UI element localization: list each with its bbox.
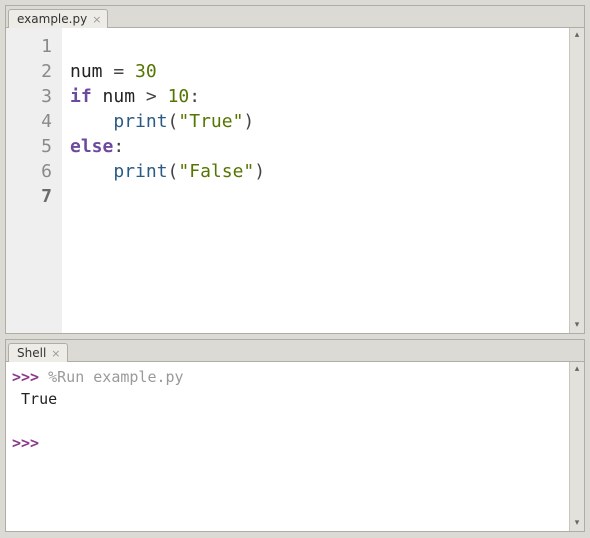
tab-example-py[interactable]: example.py ×: [8, 9, 108, 28]
line-number-gutter: 1234567: [6, 28, 62, 333]
shell-output[interactable]: >>> %Run example.py True >>>: [6, 362, 569, 531]
shell-content-area: >>> %Run example.py True >>> ▴ ▾: [6, 362, 584, 531]
shell-result: True: [12, 390, 57, 408]
code-line: print("False"): [70, 159, 563, 184]
code-editor[interactable]: num = 30if num > 10: print("True")else: …: [62, 28, 569, 333]
tab-label: Shell: [17, 346, 46, 360]
scroll-up-icon[interactable]: ▴: [570, 28, 584, 43]
line-number: 5: [18, 134, 52, 159]
shell-run-command: %Run example.py: [48, 368, 183, 386]
shell-tabs: Shell ×: [6, 340, 584, 362]
line-number: 1: [18, 34, 52, 59]
shell-scrollbar[interactable]: ▴ ▾: [569, 362, 584, 531]
line-number: 6: [18, 159, 52, 184]
tab-label: example.py: [17, 12, 87, 26]
scroll-up-icon[interactable]: ▴: [570, 362, 584, 377]
tab-shell[interactable]: Shell ×: [8, 343, 68, 362]
close-icon[interactable]: ×: [51, 348, 60, 359]
line-number: 7: [18, 184, 52, 209]
editor-scrollbar[interactable]: ▴ ▾: [569, 28, 584, 333]
code-line: if num > 10:: [70, 84, 563, 109]
shell-panel: Shell × >>> %Run example.py True >>> ▴ ▾: [5, 339, 585, 532]
line-number: 2: [18, 59, 52, 84]
editor-content: 1234567 num = 30if num > 10: print("True…: [6, 28, 584, 333]
line-number: 3: [18, 84, 52, 109]
editor-tabs: example.py ×: [6, 6, 584, 28]
code-line: [70, 34, 563, 59]
close-icon[interactable]: ×: [92, 14, 101, 25]
scroll-down-icon[interactable]: ▾: [570, 516, 584, 531]
code-line: [70, 184, 563, 209]
code-line: else:: [70, 134, 563, 159]
shell-prompt: >>>: [12, 368, 39, 386]
scroll-down-icon[interactable]: ▾: [570, 318, 584, 333]
shell-prompt: >>>: [12, 434, 39, 452]
code-line: num = 30: [70, 59, 563, 84]
line-number: 4: [18, 109, 52, 134]
editor-panel: example.py × 1234567 num = 30if num > 10…: [5, 5, 585, 334]
code-line: print("True"): [70, 109, 563, 134]
